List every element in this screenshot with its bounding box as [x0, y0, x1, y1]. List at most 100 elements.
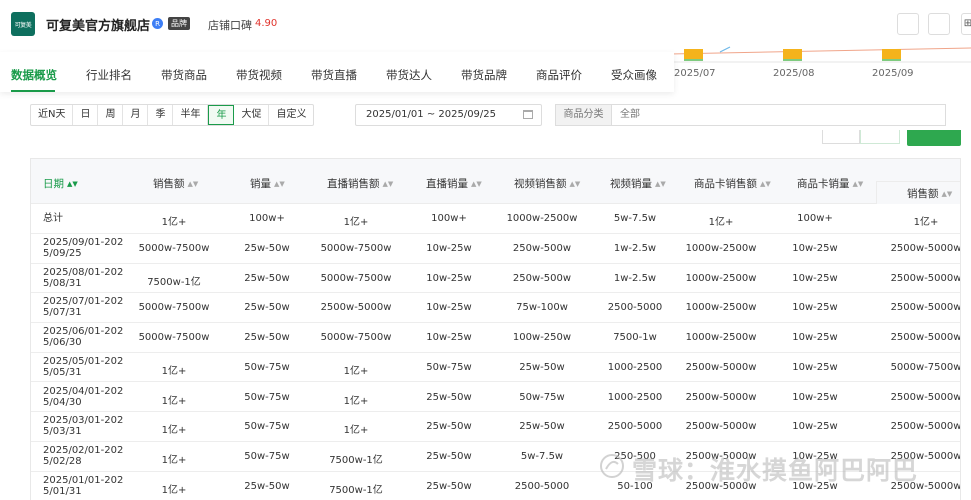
sort-icon[interactable]: ▲▼	[274, 180, 285, 188]
sort-icon[interactable]: ▲▼	[67, 180, 78, 188]
tab-audience[interactable]: 受众画像	[611, 67, 657, 83]
table-cell: 75w-100w	[516, 302, 568, 314]
col-card-volume[interactable]: 商品卡销量 ▲▼	[797, 176, 863, 191]
sort-icon[interactable]: ▲▼	[383, 180, 394, 188]
tab-live[interactable]: 带货直播	[311, 67, 357, 83]
table-cell: 5000w-7500w	[138, 243, 210, 254]
col-video-sales[interactable]: 视频销售额 ▲▼	[514, 176, 580, 191]
table-cell: 10w-25w	[792, 243, 838, 254]
table-cell: 10w-25w	[792, 421, 838, 433]
period-last-n-days[interactable]: 近N天	[31, 105, 74, 125]
tab-products[interactable]: 带货商品	[161, 67, 207, 83]
period-quarter[interactable]: 季	[148, 105, 174, 125]
period-half-year[interactable]: 半年	[173, 105, 209, 125]
table-cell: 1亿+	[343, 217, 369, 228]
cell-date: 2025/04/01-2025/04/30	[43, 385, 124, 408]
tab-data-overview[interactable]: 数据概览	[11, 67, 57, 83]
store-name[interactable]: 可复美官方旗舰店	[46, 15, 150, 34]
tab-influencers[interactable]: 带货达人	[386, 67, 432, 83]
table-cell: 2500w-5000w	[890, 272, 961, 284]
active-tab-indicator	[11, 90, 55, 92]
col-sales-2-label: 销售额	[907, 188, 939, 200]
table-cell: 100w+	[431, 213, 467, 224]
tab-industry-rank[interactable]: 行业排名	[86, 67, 132, 83]
period-year[interactable]: 年	[208, 105, 235, 125]
table-cell: 1亿+	[913, 217, 939, 228]
table-cell: 10w-25w	[792, 302, 838, 314]
table-cell: 7500w-1亿	[147, 276, 201, 288]
col-volume[interactable]: 销量 ▲▼	[250, 176, 285, 191]
table-cell: 50w-75w	[244, 421, 290, 433]
date-range-value: 2025/01/01 ~ 2025/09/25	[366, 109, 497, 120]
table-cell: 1亿+	[161, 425, 187, 437]
period-week[interactable]: 周	[98, 105, 124, 125]
table-cell: 1亿+	[343, 365, 369, 377]
table-cell: 7500w-1亿	[329, 454, 383, 466]
cell-date: 2025/09/01-2025/09/25	[43, 237, 124, 259]
col-card-sales[interactable]: 商品卡销售额 ▲▼	[694, 176, 771, 191]
table-cell: 10w-25w	[792, 391, 838, 403]
store-logo[interactable]: 可复美	[11, 12, 35, 36]
sort-icon[interactable]: ▲▼	[760, 180, 771, 188]
period-day[interactable]: 日	[73, 105, 99, 125]
table-cell: 5000w-7500w	[890, 361, 961, 373]
table-cell: 100w+	[797, 213, 833, 224]
table-cell: 100w+	[249, 213, 285, 224]
sort-icon[interactable]: ▲▼	[570, 180, 581, 188]
table-cell: 25w-50w	[244, 302, 290, 314]
cell-date: 2025/03/01-2025/03/31	[43, 415, 124, 438]
tab-brands[interactable]: 带货品牌	[461, 67, 507, 83]
col-video-sales-label: 视频销售额	[514, 178, 567, 190]
header-action-button[interactable]	[897, 13, 919, 35]
col-sales[interactable]: 销售额 ▲▼	[153, 176, 198, 191]
grid-icon[interactable]: ⊞	[961, 13, 971, 35]
table-cell: 1亿+	[161, 454, 187, 466]
table-cell: 250w-500w	[512, 243, 572, 254]
col-live-volume[interactable]: 直播销量 ▲▼	[426, 176, 482, 191]
col-sales-2[interactable]: 销售额 ▲▼	[907, 186, 952, 201]
table-cell: 1000w-2500w	[685, 302, 757, 314]
table-cell: 25w-50w	[426, 480, 472, 492]
period-month[interactable]: 月	[123, 105, 149, 125]
table-cell: 1亿+	[343, 425, 369, 437]
period-custom[interactable]: 自定义	[269, 105, 313, 125]
table-cell: 5000w-7500w	[138, 302, 210, 314]
col-sales-label: 销售额	[153, 178, 185, 190]
period-promotion[interactable]: 大促	[234, 105, 270, 125]
cell-date: 2025/06/01-2025/06/30	[43, 326, 124, 349]
reputation-score: 4.90	[255, 18, 278, 29]
sort-icon[interactable]: ▲▼	[655, 180, 666, 188]
tab-reviews[interactable]: 商品评价	[536, 67, 582, 83]
table-total-row: 总计 1亿+ 100w+ 1亿+ 100w+ 1000w-2500w 5w-7.5w 1亿+ 1…	[31, 204, 960, 234]
table-cell: 5000w-7500w	[320, 243, 392, 254]
table-row: 2025/09/01-2025/09/25 5000w-7500w 25w-50w 5…	[31, 234, 960, 264]
chart-bar	[783, 49, 802, 61]
brand-badge: 品牌	[168, 17, 190, 30]
cell-date: 2025/05/01-2025/05/31	[43, 355, 124, 378]
header-action-button[interactable]	[928, 13, 950, 35]
table-cell: 1000w-2500w	[506, 213, 578, 224]
toggle-button[interactable]	[860, 130, 900, 144]
sort-icon[interactable]: ▲▼	[188, 180, 199, 188]
table-cell: 50w-75w	[426, 361, 472, 373]
category-select[interactable]: 全部	[611, 104, 946, 126]
tab-videos[interactable]: 带货视频	[236, 67, 282, 83]
date-range-picker[interactable]: 2025/01/01 ~ 2025/09/25	[355, 104, 542, 126]
col-live-sales[interactable]: 直播销售额 ▲▼	[327, 176, 393, 191]
main-nav: 数据概览 行业排名 带货商品 带货视频 带货直播 带货达人 带货品牌 商品评价 …	[0, 52, 674, 92]
toggle-button[interactable]	[822, 130, 860, 144]
cell-date: 2025/02/01-2025/02/28	[43, 444, 124, 467]
col-video-volume[interactable]: 视频销量 ▲▼	[610, 176, 666, 191]
col-date[interactable]: 日期 ▲▼	[43, 176, 78, 191]
chart-x-label: 2025/09	[872, 68, 914, 79]
table-cell: 25w-50w	[426, 391, 472, 403]
col-volume-label: 销量	[250, 178, 271, 190]
sort-icon[interactable]: ▲▼	[942, 190, 953, 198]
table-cell: 1000-2500	[607, 391, 663, 403]
table-cell: 7500w-1亿	[329, 484, 383, 496]
table-cell: 5000w-7500w	[320, 332, 392, 344]
sort-icon[interactable]: ▲▼	[853, 180, 864, 188]
export-button[interactable]	[907, 130, 961, 146]
table-cell: 10w-25w	[792, 272, 838, 284]
sort-icon[interactable]: ▲▼	[471, 180, 482, 188]
